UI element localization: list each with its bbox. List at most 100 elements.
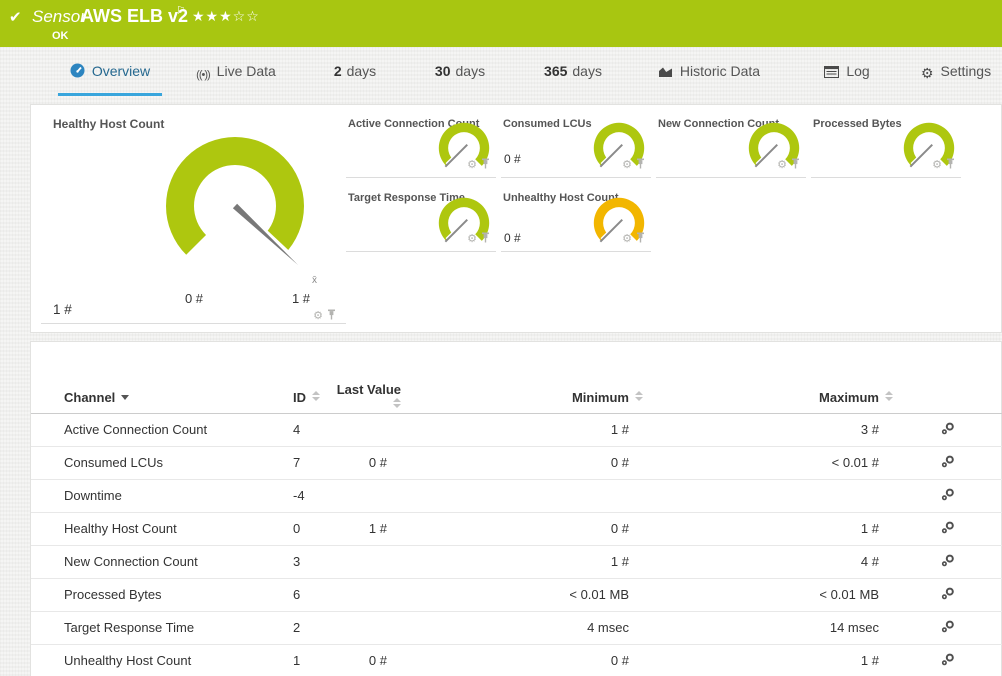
- channel-settings-gears-icon[interactable]: [941, 455, 955, 471]
- gauge-settings-icon[interactable]: ⚙: [467, 233, 477, 245]
- tab-2-days[interactable]: 2 days: [322, 63, 388, 93]
- col-header-id[interactable]: ID: [263, 382, 331, 414]
- primary-gauge-title: Healthy Host Count: [53, 117, 165, 131]
- tab-number: 2: [333, 63, 342, 79]
- col-header-minimum[interactable]: Minimum: [401, 382, 643, 414]
- pin-icon[interactable]: [636, 230, 645, 248]
- last-value: [331, 413, 401, 447]
- tab-label: Log: [846, 63, 870, 79]
- status-ok-check-icon: ✔: [9, 9, 22, 26]
- channel-settings-gears-icon[interactable]: [941, 521, 955, 537]
- log-list-icon: [824, 65, 840, 81]
- channel-name: Unhealthy Host Count: [31, 644, 263, 676]
- primary-gauge-arc: [166, 136, 304, 255]
- channel-id: 6: [263, 578, 331, 612]
- channel-settings-gears-icon[interactable]: [941, 653, 955, 669]
- tab-live-data[interactable]: ((•)) Live Data: [186, 63, 286, 93]
- sort-icons: [635, 390, 643, 401]
- channel-id: 3: [263, 545, 331, 579]
- sort-icons: [312, 390, 320, 401]
- gauge-settings-icon[interactable]: ⚙: [622, 233, 632, 245]
- last-value: [331, 611, 401, 645]
- channel-settings-gears-icon[interactable]: [941, 554, 955, 570]
- col-header-last-value[interactable]: Last Value: [331, 382, 401, 414]
- channel-settings-gears-icon[interactable]: [941, 620, 955, 636]
- maximum-value: 1 #: [643, 512, 893, 546]
- pin-icon[interactable]: [481, 156, 490, 174]
- minimum-value: 0 #: [401, 512, 643, 546]
- channel-name: Processed Bytes: [31, 578, 263, 612]
- pin-icon[interactable]: [946, 156, 955, 174]
- tab-overview[interactable]: Overview: [58, 63, 162, 96]
- primary-gauge-cell: Healthy Host Count 0 # 1 # x̄ 1 # ⚙: [41, 105, 346, 324]
- channel-table-panel: Channel ID Last Value Minimum Maximum Ac…: [30, 341, 1002, 676]
- tab-label: Live Data: [216, 63, 276, 79]
- tab-historic-data[interactable]: Historic Data: [648, 63, 770, 93]
- mean-marker: x̄: [312, 275, 317, 286]
- tab-settings[interactable]: ⚙ Settings: [916, 63, 996, 93]
- gauges-panel: Healthy Host Count 0 # 1 # x̄ 1 # ⚙ Acti…: [30, 104, 1002, 333]
- channel-id: 0: [263, 512, 331, 546]
- tab-30-days[interactable]: 30 days: [422, 63, 498, 93]
- table-row: Consumed LCUs 7 0 # 0 # < 0.01 #: [31, 446, 1002, 480]
- maximum-value: 14 msec: [643, 611, 893, 645]
- gauge-settings-icon[interactable]: ⚙: [467, 159, 477, 171]
- pin-icon[interactable]: [481, 230, 490, 248]
- pin-icon[interactable]: [636, 156, 645, 174]
- pin-icon[interactable]: [791, 156, 800, 174]
- channel-id: 2: [263, 611, 331, 645]
- tab-label: Overview: [91, 63, 151, 79]
- overview-gauge-icon: [70, 63, 85, 81]
- gauge-title: Consumed LCUs: [503, 118, 592, 130]
- primary-gauge: [166, 136, 306, 273]
- tab-log[interactable]: Log: [818, 63, 876, 93]
- settings-gear-icon: ⚙: [920, 65, 934, 81]
- live-data-icon: ((•)): [196, 69, 210, 81]
- gauge-settings-icon[interactable]: ⚙: [932, 159, 942, 171]
- maximum-value: < 0.01 #: [643, 446, 893, 480]
- channel-id: 7: [263, 446, 331, 480]
- col-header-channel[interactable]: Channel: [31, 382, 263, 414]
- col-header-maximum[interactable]: Maximum: [643, 382, 893, 414]
- table-row: Unhealthy Host Count 1 0 # 0 # 1 #: [31, 644, 1002, 676]
- gauge-cell-target-response-time: Target Response Time ⚙: [346, 184, 496, 252]
- table-row: Processed Bytes 6 < 0.01 MB < 0.01 MB: [31, 578, 1002, 612]
- sensor-header: ✔ Sensor AWS ELB v2 ⚐ ★★★☆☆ OK: [0, 0, 1002, 47]
- gauge-settings-icon[interactable]: ⚙: [777, 159, 787, 171]
- active-tab-underline: [58, 93, 162, 96]
- tab-number: 30: [434, 63, 451, 79]
- last-value: 1 #: [331, 512, 401, 546]
- gauge-scale-max: 1 #: [291, 291, 311, 306]
- flag-icon[interactable]: ⚐: [176, 4, 186, 17]
- maximum-value: < 0.01 MB: [643, 578, 893, 612]
- gauge-settings-icon[interactable]: ⚙: [313, 310, 323, 322]
- table-header-row: Channel ID Last Value Minimum Maximum: [31, 382, 1002, 414]
- pin-icon[interactable]: [327, 307, 336, 325]
- channel-settings-gears-icon[interactable]: [941, 488, 955, 504]
- channel-settings-gears-icon[interactable]: [941, 422, 955, 438]
- tab-label: Historic Data: [679, 63, 761, 79]
- channel-id: 1: [263, 644, 331, 676]
- channel-settings-gears-icon[interactable]: [941, 587, 955, 603]
- maximum-value: 3 #: [643, 413, 893, 447]
- priority-stars[interactable]: ★★★☆☆: [192, 8, 260, 25]
- gauge-value: 0 #: [504, 231, 521, 245]
- gauge-cell-active-connection-count: Active Connection Count ⚙: [346, 105, 496, 178]
- last-value: 0 #: [331, 644, 401, 676]
- sort-icons: [885, 390, 893, 401]
- gauge-title: Processed Bytes: [813, 118, 902, 130]
- last-value: [331, 479, 401, 513]
- last-value: [331, 545, 401, 579]
- tab-365-days[interactable]: 365 days: [530, 63, 616, 93]
- minimum-value: 0 #: [401, 644, 643, 676]
- maximum-value: 4 #: [643, 545, 893, 579]
- minimum-value: 0 #: [401, 446, 643, 480]
- channel-name: Consumed LCUs: [31, 446, 263, 480]
- gauge-settings-icon[interactable]: ⚙: [622, 159, 632, 171]
- table-row: Target Response Time 2 4 msec 14 msec: [31, 611, 1002, 645]
- last-value: [331, 578, 401, 612]
- gauge-cell-unhealthy-host-count: Unhealthy Host Count 0 # ⚙: [501, 184, 651, 252]
- table-row: Active Connection Count 4 1 # 3 #: [31, 413, 1002, 447]
- tab-label: Settings: [940, 63, 992, 79]
- channel-name: Healthy Host Count: [31, 512, 263, 546]
